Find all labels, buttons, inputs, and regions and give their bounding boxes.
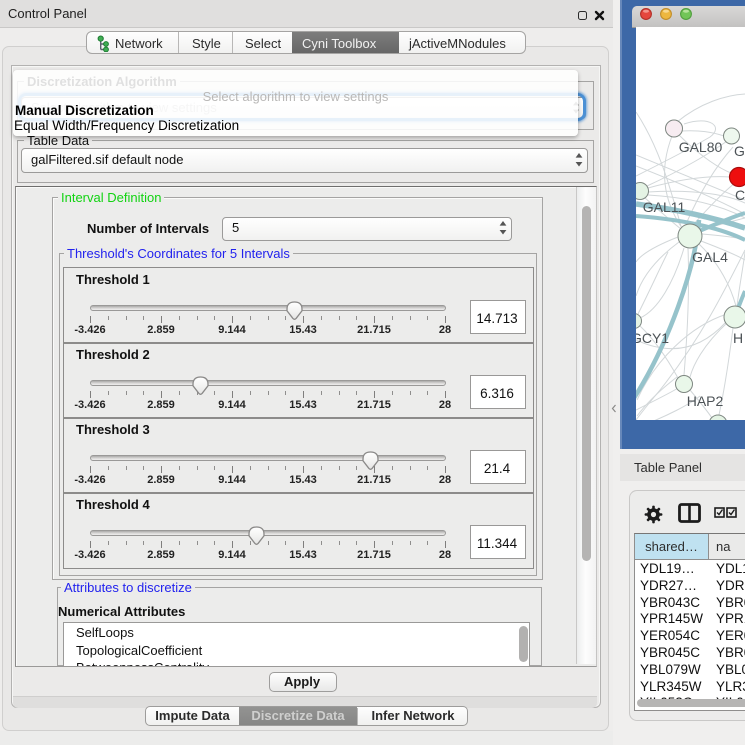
svg-text:GCY1: GCY1 — [636, 330, 669, 346]
svg-text:C: C — [735, 187, 745, 203]
svg-text:GA: GA — [734, 143, 745, 159]
svg-text:GAL4: GAL4 — [692, 249, 728, 265]
svg-text:HAP2: HAP2 — [687, 393, 724, 409]
svg-text:GAL80: GAL80 — [679, 139, 723, 155]
svg-text:GAL11: GAL11 — [643, 199, 686, 215]
svg-text:H: H — [733, 330, 743, 346]
